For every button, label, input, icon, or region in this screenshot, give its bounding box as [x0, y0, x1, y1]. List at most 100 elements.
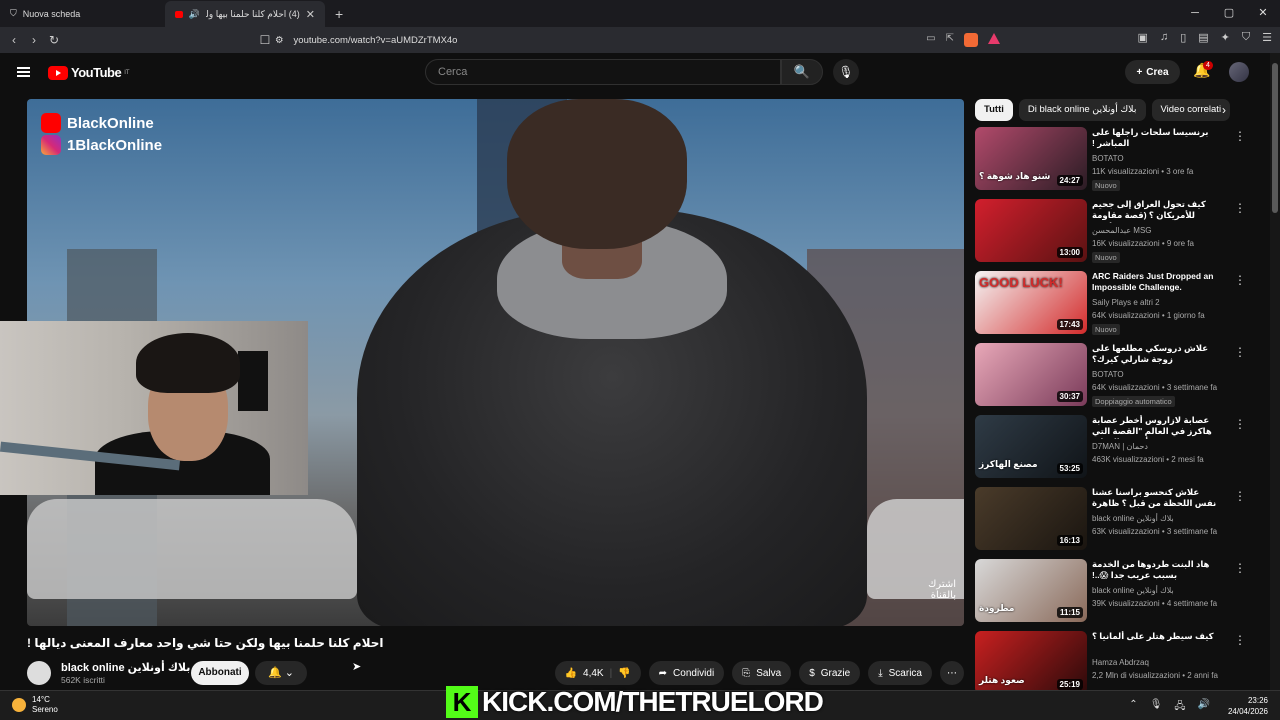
related-video-card[interactable]: 30:37 علاش دروسكي مطلعها على زوجة شارلي ك… [975, 343, 1250, 411]
sidebar-icon[interactable]: ▯ [1180, 31, 1186, 44]
related-video-card[interactable]: مطرودة 11:15 هاد البنت طردوها من الخدمة بس… [975, 559, 1250, 627]
bookmark-icon[interactable]: ☐ [255, 33, 275, 47]
related-video-title[interactable]: عصابة لازاروس أخطر عصابة هاكرز في العالم… [1092, 415, 1217, 439]
save-button[interactable]: ⎘ Salva [732, 661, 792, 685]
vpn-icon[interactable]: ⛉ [1242, 31, 1250, 44]
tab-youtube[interactable]: 🔊 (4) احلام كلنا حلمنا بيها ولكن حتا ✕ [165, 1, 325, 28]
volume-icon[interactable]: 🔊 [1198, 699, 1210, 716]
related-channel-name[interactable]: BOTATO [1092, 154, 1124, 163]
more-options-icon[interactable]: ⋮ [1234, 345, 1246, 359]
minimize-button[interactable]: ─ [1178, 0, 1212, 27]
extensions-icon[interactable]: ▤ [1198, 31, 1208, 44]
related-video-title[interactable]: هاد البنت طردوها من الخدمة بسبب عريب جدا… [1092, 559, 1217, 581]
page-scrollbar[interactable] [1270, 53, 1280, 690]
video-thumbnail[interactable]: 30:37 [975, 343, 1087, 406]
cast-icon[interactable]: ▭ [926, 33, 935, 47]
related-video-title[interactable]: علاش دروسكي مطلعها على زوجة شارلي كيرك؟ [1092, 343, 1217, 365]
related-video-title[interactable]: كيف تحول العراق إلى جحيم للأمريكان ؟ (قص… [1092, 199, 1217, 223]
search-button[interactable]: 🔍 [781, 59, 823, 85]
related-video-card[interactable]: 13:00 كيف تحول العراق إلى جحيم للأمريكان … [975, 199, 1250, 267]
mic-icon[interactable]: 🎙 [1150, 699, 1163, 716]
more-options-icon[interactable]: ⋮ [1234, 129, 1246, 143]
more-options-icon[interactable]: ⋮ [1234, 633, 1246, 647]
more-options-icon[interactable]: ⋮ [1234, 561, 1246, 575]
related-video-title[interactable]: كيف سيطر هتلر على ألمانيا ؟ [1092, 631, 1217, 642]
avatar[interactable] [1229, 62, 1249, 82]
related-channel-name[interactable]: عبدالمحسن MSG [1092, 226, 1152, 235]
back-icon[interactable]: ‹ [4, 33, 24, 47]
wallet-icon[interactable]: ▣ [1138, 31, 1148, 44]
share-button[interactable]: ➦ Condividi [648, 661, 725, 685]
video-duration: 17:43 [1056, 319, 1083, 330]
close-window-button[interactable]: ✕ [1246, 0, 1280, 27]
related-video-title[interactable]: علاش كنحسو براسنا عشنا نفس اللحظة من قبل… [1092, 487, 1217, 511]
video-thumbnail[interactable]: صعود هتلر 25:19 [975, 631, 1087, 694]
speaker-icon[interactable]: 🔊 [189, 9, 200, 20]
music-icon[interactable]: ♫ [1160, 31, 1168, 44]
brave-rewards-icon[interactable] [988, 33, 1000, 44]
related-video-meta: 16K visualizzazioni • 9 ore fa [1092, 239, 1194, 248]
create-button[interactable]: + Crea [1125, 60, 1180, 84]
leo-ai-icon[interactable]: ✦ [1221, 31, 1230, 44]
related-video-card[interactable]: GOOD LUCK! 17:43 ARC Raiders Just Dropped … [975, 271, 1250, 339]
related-video-card[interactable]: 16:13 علاش كنحسو براسنا عشنا نفس اللحظة م… [975, 487, 1250, 555]
download-button[interactable]: ⤓ Scarica [868, 661, 932, 685]
address-bar[interactable]: ⚙ youtube.com/watch?v=aUMDZrTMX4o ▭ ⇱ [275, 31, 1000, 49]
related-video-card[interactable]: مصنع الهاكرز 53:25 عصابة لازاروس أخطر عصاب… [975, 415, 1250, 483]
share-icon[interactable]: ⇱ [946, 33, 954, 47]
reload-icon[interactable]: ↻ [44, 33, 64, 47]
related-channel-name[interactable]: D7MAN | دحمان [1092, 442, 1148, 451]
hamburger-menu-icon[interactable] [17, 67, 30, 77]
weather-widget[interactable]: 14°C Sereno [12, 695, 58, 715]
scrollbar-thumb[interactable] [1272, 63, 1278, 213]
more-options-icon[interactable]: ⋮ [1234, 489, 1246, 503]
close-tab-icon[interactable]: ✕ [306, 8, 315, 21]
share-icon: ➦ [658, 667, 668, 679]
chip-all[interactable]: Tutti [975, 99, 1013, 121]
subscribe-button[interactable]: Abbonati [191, 661, 249, 685]
more-options-icon[interactable]: ⋮ [1234, 273, 1246, 287]
video-thumbnail[interactable]: مطرودة 11:15 [975, 559, 1087, 622]
like-dislike-button[interactable]: 👍 4,4K | 👎 [554, 661, 641, 685]
voice-search-button[interactable]: 🎙 [833, 59, 859, 85]
more-actions-button[interactable]: ⋯ [940, 661, 964, 685]
chevron-right-icon[interactable]: › [1222, 103, 1226, 117]
brave-shield-icon[interactable] [964, 33, 978, 47]
forward-icon[interactable]: › [24, 33, 44, 47]
chevron-up-icon[interactable]: ⌃ [1129, 699, 1137, 716]
tab-new[interactable]: ⛉ Nuova scheda [0, 0, 165, 27]
network-icon[interactable]: 🖧 [1174, 699, 1185, 716]
notification-settings-button[interactable]: 🔔 ⌄ [255, 661, 307, 685]
more-options-icon[interactable]: ⋮ [1234, 201, 1246, 215]
more-options-icon[interactable]: ⋮ [1234, 417, 1246, 431]
related-channel-name[interactable]: BOTATO [1092, 370, 1124, 379]
site-info-icon[interactable]: ⚙ [275, 35, 284, 46]
related-channel-name[interactable]: black online بلاك أونلاين [1092, 586, 1174, 595]
share-label: Condividi [673, 667, 715, 679]
related-channel-name[interactable]: Saily Plays e altri 2 [1092, 298, 1160, 307]
chip-channel[interactable]: Di black online بلاك أونلاين [1018, 99, 1146, 121]
video-duration: 16:13 [1056, 535, 1083, 546]
download-icon: ⤓ [878, 667, 883, 679]
video-thumbnail[interactable]: شنو هاد شوهة ؟ 24:27 [975, 127, 1087, 190]
search-input[interactable]: Cerca [425, 59, 781, 85]
video-thumbnail[interactable]: مصنع الهاكرز 53:25 [975, 415, 1087, 478]
thanks-button[interactable]: $ Grazie [799, 661, 861, 685]
video-thumbnail[interactable]: GOOD LUCK! 17:43 [975, 271, 1087, 334]
channel-name[interactable]: black online بلاك أونلاين [61, 661, 190, 674]
channel-avatar[interactable] [27, 661, 51, 685]
youtube-logo[interactable]: YouTube IT [48, 65, 130, 80]
related-video-card[interactable]: صعود هتلر 25:19 كيف سيطر هتلر على ألمانيا … [975, 631, 1250, 699]
related-video-title[interactable]: ARC Raiders Just Dropped an Impossible C… [1092, 271, 1217, 293]
related-video-card[interactable]: شنو هاد شوهة ؟ 24:27 برنسيسا سلحات راجلها … [975, 127, 1250, 195]
maximize-button[interactable]: ▢ [1212, 0, 1246, 27]
related-channel-name[interactable]: black online بلاك أونلاين [1092, 514, 1174, 523]
chip-related[interactable]: Video correlati [1151, 99, 1231, 121]
video-thumbnail[interactable]: 16:13 [975, 487, 1087, 550]
related-video-title[interactable]: برنسيسا سلحات راجلها على المباشر ! [1092, 127, 1217, 149]
menu-icon[interactable]: ☰ [1262, 31, 1272, 44]
new-tab-button[interactable]: + [335, 6, 343, 22]
related-channel-name[interactable]: Hamza Abdrzaq [1092, 658, 1149, 667]
video-thumbnail[interactable]: 13:00 [975, 199, 1087, 262]
taskbar-clock[interactable]: 23:26 24/04/2026 [1228, 695, 1268, 717]
